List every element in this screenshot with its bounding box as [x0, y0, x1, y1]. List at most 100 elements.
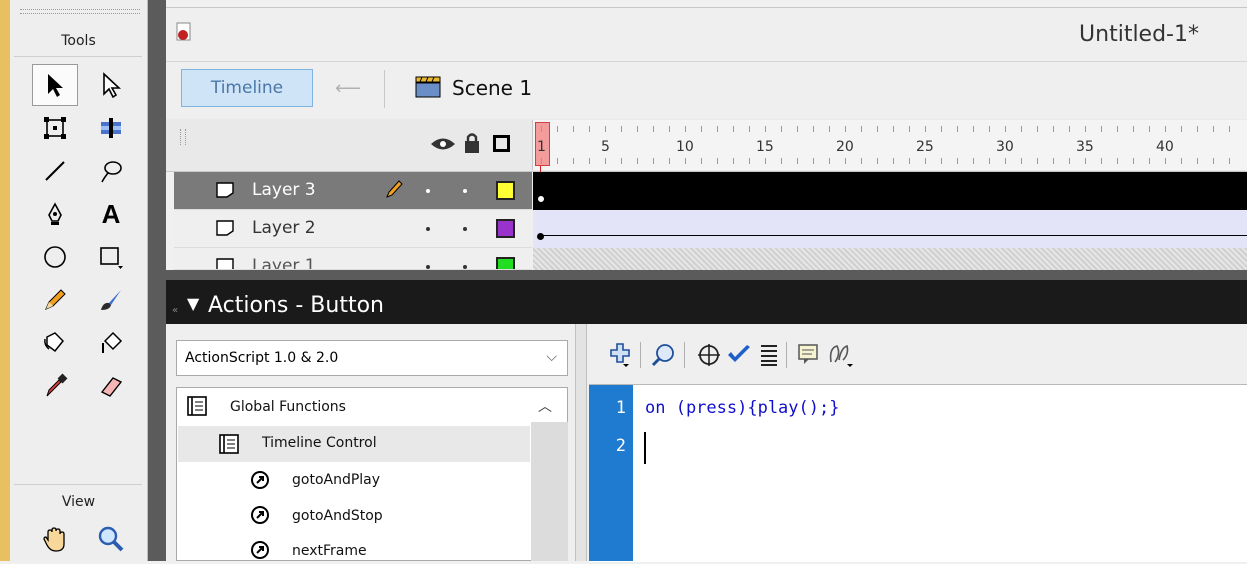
tree-item-nextframe[interactable]: nextFrame [292, 543, 367, 559]
scrollbar[interactable] [531, 422, 568, 561]
layer-row[interactable]: Layer 1 [174, 248, 532, 270]
empty-keyframe[interactable] [537, 195, 545, 203]
paint-bucket-tool[interactable] [88, 322, 134, 364]
chevron-up-icon[interactable]: ︿ [538, 396, 552, 416]
panel-grip[interactable] [180, 129, 186, 145]
ruler-tick [733, 158, 734, 164]
ruler-tick [925, 126, 926, 132]
show-code-hint-button[interactable] [794, 340, 824, 370]
triangle-down-icon[interactable]: ▼ [187, 294, 199, 313]
eyedropper-tool[interactable] [32, 365, 78, 407]
tree-item-global-functions[interactable]: Global Functions [230, 399, 346, 415]
ruler-tick [573, 126, 574, 132]
ruler-tick [637, 126, 638, 132]
ruler-tick [861, 158, 862, 164]
plus-icon [610, 343, 630, 367]
ruler-tick [1101, 158, 1102, 164]
hand-tool[interactable] [32, 517, 78, 561]
layer-frames[interactable] [533, 248, 1247, 270]
layer-color-swatch[interactable] [496, 181, 515, 200]
lock-dot[interactable] [463, 189, 467, 193]
brush-tool[interactable] [88, 279, 134, 321]
oval-icon [44, 246, 66, 268]
script-version-select[interactable]: ActionScript 1.0 & 2.0 ⌵ [176, 340, 568, 376]
scene-label[interactable]: Scene 1 [452, 76, 532, 100]
timeline-button[interactable]: Timeline [181, 69, 313, 107]
auto-format-button[interactable] [754, 340, 784, 370]
ruler-tick [1149, 158, 1150, 164]
tree-item-timeline-control[interactable]: Timeline Control [262, 435, 377, 451]
eraser-tool[interactable] [88, 365, 134, 407]
pen-icon [48, 202, 62, 225]
visibility-dot[interactable] [426, 227, 430, 231]
layer-row[interactable]: Layer 3 [174, 172, 532, 210]
ruler-tick [1165, 158, 1166, 164]
actions-panel-title: Actions - Button [208, 293, 384, 318]
code-hint-icon [798, 344, 818, 364]
tools-title: Tools [61, 33, 96, 49]
ruler-tick [1181, 126, 1182, 132]
eye-icon[interactable] [430, 135, 456, 157]
ruler-tick [733, 126, 734, 132]
ruler-tick [797, 126, 798, 132]
ruler-tick [701, 158, 702, 164]
ruler-tick [1069, 126, 1070, 132]
layer-color-swatch[interactable] [496, 219, 515, 238]
layer-row[interactable]: Layer 2 [174, 210, 532, 248]
ruler-tick [749, 158, 750, 164]
lock-icon[interactable] [462, 132, 482, 158]
text-caret [644, 432, 646, 464]
outline-icon[interactable] [493, 135, 510, 152]
lasso-tool[interactable] [88, 150, 134, 192]
pencil-tool[interactable] [32, 279, 78, 321]
ink-bottle-tool[interactable] [32, 322, 78, 364]
check-syntax-button[interactable] [724, 340, 754, 370]
insert-target-path-button[interactable] [694, 340, 724, 370]
rectangle-tool[interactable] [88, 236, 134, 278]
debug-options-button[interactable] [826, 340, 856, 370]
text-tool[interactable]: A [88, 193, 134, 235]
ruler-tick [781, 158, 782, 164]
text-icon: A [101, 198, 121, 229]
layer-frames[interactable] [533, 172, 1247, 210]
ruler-tick [541, 158, 542, 164]
line-number: 2 [615, 436, 626, 456]
divider [786, 342, 787, 368]
layer-color-swatch[interactable] [496, 257, 515, 269]
add-statement-button[interactable] [606, 340, 636, 370]
zoom-tool[interactable] [88, 517, 134, 561]
oval-tool[interactable] [32, 236, 78, 278]
hand-icon [43, 527, 65, 552]
selection-tool[interactable] [32, 64, 78, 106]
ruler-tick [1101, 126, 1102, 132]
gradient-transform-tool[interactable] [88, 107, 134, 149]
keyframe[interactable] [537, 233, 544, 240]
tree-item-gotoandplay[interactable]: gotoAndPlay [292, 472, 380, 488]
pencil-icon [384, 178, 404, 204]
panel-grip[interactable] [20, 9, 140, 14]
ruler-tick [685, 126, 686, 132]
pane-splitter[interactable] [575, 324, 587, 561]
visibility-dot[interactable] [426, 189, 430, 193]
visibility-dot[interactable] [426, 265, 430, 269]
code-line[interactable]: on (press){play();} [645, 398, 839, 418]
tree-item-gotoandstop[interactable]: gotoAndStop [292, 508, 383, 524]
tween-arrow [543, 235, 1247, 236]
panel-collapse-icon[interactable]: « [172, 305, 178, 316]
ruler-marks: 5 10 15 20 25 30 35 40 [533, 120, 1247, 170]
layer-frames[interactable] [533, 210, 1247, 248]
lock-dot[interactable] [463, 227, 467, 231]
free-transform-tool[interactable] [32, 107, 78, 149]
ruler-tick [1085, 126, 1086, 132]
lock-dot[interactable] [463, 265, 467, 269]
ruler-tick [701, 126, 702, 132]
pen-tool[interactable] [32, 193, 78, 235]
crosshair-icon [698, 344, 720, 366]
ruler-tick [1133, 126, 1134, 132]
find-button[interactable] [648, 340, 678, 370]
back-arrow-icon[interactable]: ⟵ [335, 78, 361, 99]
subselection-tool[interactable] [88, 64, 134, 106]
ruler-tick [829, 126, 830, 132]
line-tool[interactable] [32, 150, 78, 192]
ruler-tick [1037, 158, 1038, 164]
